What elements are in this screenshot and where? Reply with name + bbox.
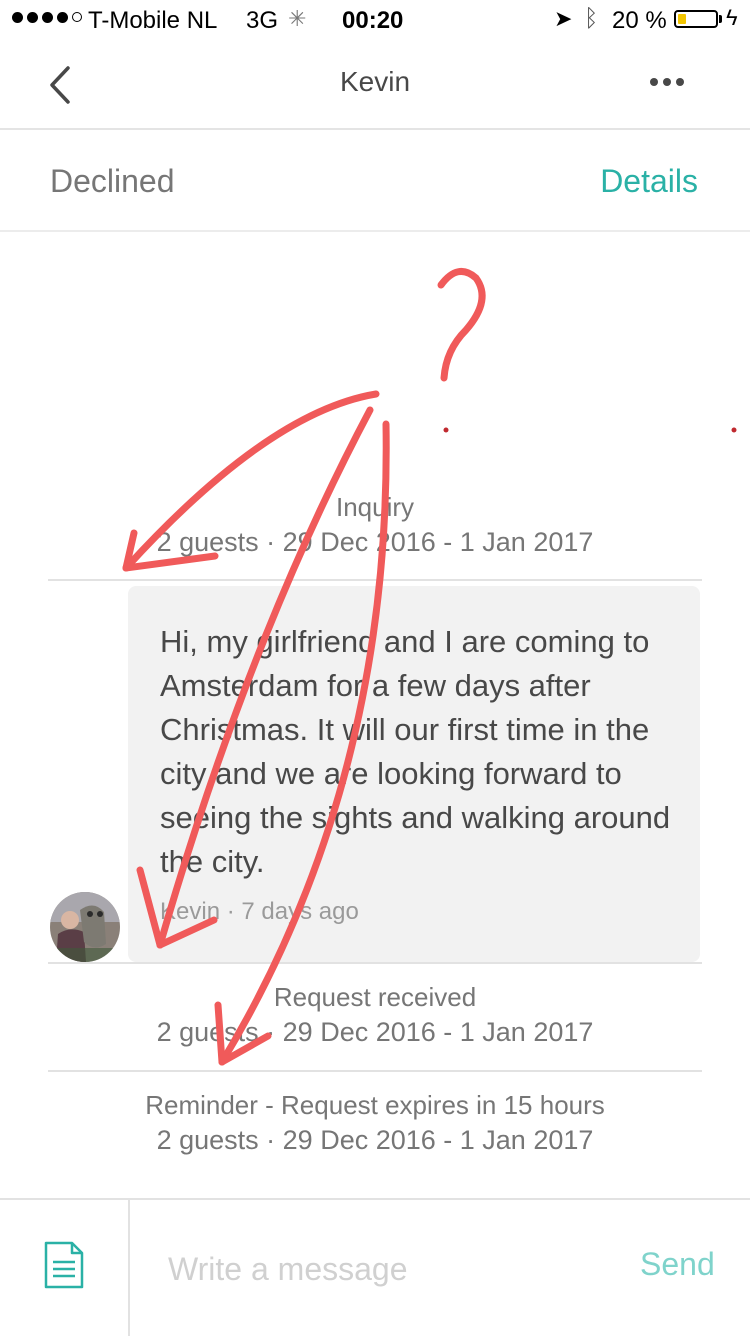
message-composer: Send <box>0 1198 750 1336</box>
message-meta: Kevin · 7 days ago <box>160 898 359 925</box>
network-type: 3G <box>246 7 279 34</box>
event-label: Request received <box>273 982 477 1012</box>
bluetooth-icon: ᛒ <box>584 5 599 32</box>
navigation-bar: Kevin <box>0 42 750 130</box>
battery-percentage: 20 % <box>612 7 667 34</box>
signal-strength-icon <box>12 12 82 23</box>
event-label: Reminder - Request expires in 15 hours <box>145 1090 605 1120</box>
charging-bolt-icon: ϟ <box>726 5 738 30</box>
location-arrow-icon: ➤ <box>554 6 573 31</box>
divider <box>48 962 702 964</box>
document-icon[interactable] <box>42 1240 86 1290</box>
ellipsis-icon[interactable] <box>650 78 684 86</box>
composer-separator <box>128 1200 130 1336</box>
inquiry-event: Inquiry 2 guests · 29 Dec 2016 - 1 Jan 2… <box>0 490 750 560</box>
divider <box>48 1070 702 1072</box>
page-title: Kevin <box>339 66 411 97</box>
request-received-event: Request received 2 guests · 29 Dec 2016 … <box>0 980 750 1050</box>
send-button[interactable]: Send <box>640 1246 715 1283</box>
clock: 00:20 <box>342 7 404 34</box>
event-summary: 2 guests · 29 Dec 2016 - 1 Jan 2017 <box>156 1125 594 1155</box>
avatar[interactable] <box>50 892 120 962</box>
reminder-event: Reminder - Request expires in 15 hours 2… <box>0 1088 750 1158</box>
event-summary: 2 guests · 29 Dec 2016 - 1 Jan 2017 <box>156 527 594 557</box>
divider <box>48 579 702 581</box>
network-activity-icon: ✳ <box>288 6 307 31</box>
event-label: Inquiry <box>335 492 415 522</box>
message-text: Hi, my girlfriend and I are coming to Am… <box>160 624 671 879</box>
message-bubble: Hi, my girlfriend and I are coming to Am… <box>128 586 700 962</box>
event-summary: 2 guests · 29 Dec 2016 - 1 Jan 2017 <box>156 1017 594 1047</box>
battery-tip <box>719 15 722 23</box>
annotation-dot <box>731 427 737 433</box>
status-bar: T-Mobile NL 3G ✳ 00:20 ➤ ᛒ 20 % ϟ <box>0 0 750 42</box>
reservation-status: Declined <box>50 163 175 199</box>
battery-icon <box>674 10 718 28</box>
message-input[interactable] <box>150 1234 610 1304</box>
details-link[interactable]: Details <box>600 163 698 200</box>
carrier-name: T-Mobile NL <box>88 7 218 34</box>
annotation-dot <box>443 427 449 433</box>
question-mark-annotation <box>437 267 486 382</box>
reservation-status-bar: Declined Details <box>0 130 750 232</box>
